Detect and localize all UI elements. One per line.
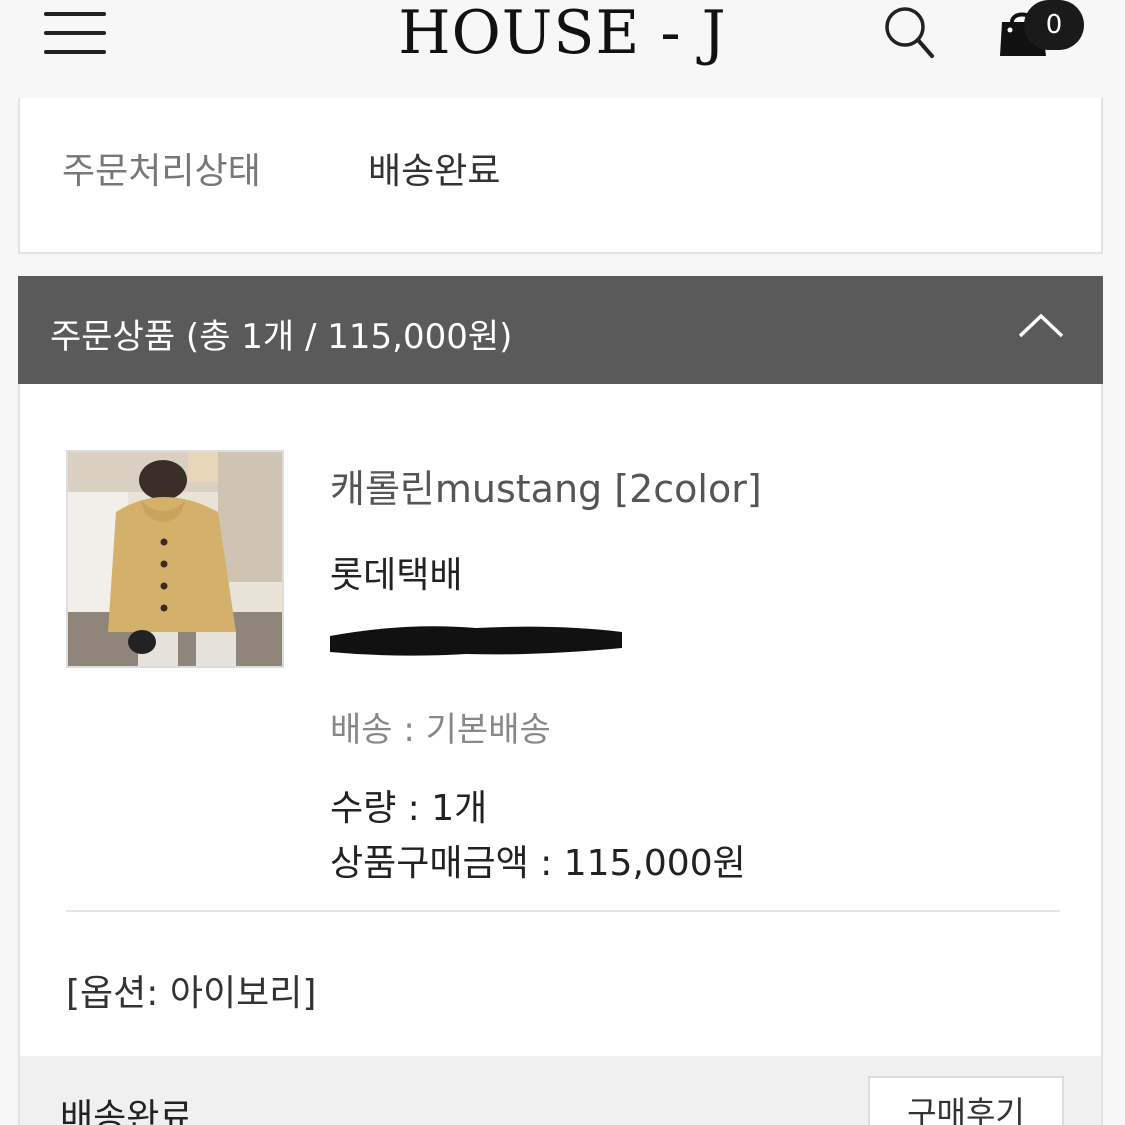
order-status-label: 주문처리상태 [62, 151, 261, 192]
redacted-tracking-number [330, 626, 622, 656]
order-status-value: 배송완료 [368, 151, 501, 192]
chevron-up-icon[interactable] [1017, 310, 1065, 340]
brand-logo[interactable]: HOUSE - J [0, 0, 1125, 66]
order-status-card: 주문처리상태 배송완료 [18, 98, 1103, 254]
write-review-button[interactable]: 구매후기 [868, 1076, 1064, 1125]
order-item-footer: 배송완료 구매후기 [20, 1056, 1101, 1125]
order-item-card: 캐롤린mustang [2color] 롯데택배 배송 : 기본배송 수량 : … [18, 384, 1103, 1125]
courier-name: 롯데택배 [330, 555, 463, 596]
cart-count-badge: 0 [1024, 0, 1084, 50]
app-header: HOUSE - J 0 [0, 0, 1125, 98]
product-option: [옵션: 아이보리] [66, 973, 317, 1014]
shipping-type: 배송 : 기본배송 [330, 710, 551, 750]
search-icon[interactable] [882, 4, 938, 60]
divider [66, 910, 1060, 912]
quantity-text: 수량 : 1개 [330, 788, 488, 829]
order-items-title: 주문상품 (총 1개 / 115,000원) [50, 317, 513, 357]
order-items-header[interactable]: 주문상품 (총 1개 / 115,000원) [18, 276, 1103, 384]
product-thumbnail[interactable] [66, 450, 284, 668]
product-price: 상품구매금액 : 115,000원 [330, 843, 746, 884]
delivery-status: 배송완료 [60, 1097, 193, 1125]
product-name[interactable]: 캐롤린mustang [2color] [330, 458, 762, 513]
cart-button[interactable]: 0 [996, 0, 1096, 64]
